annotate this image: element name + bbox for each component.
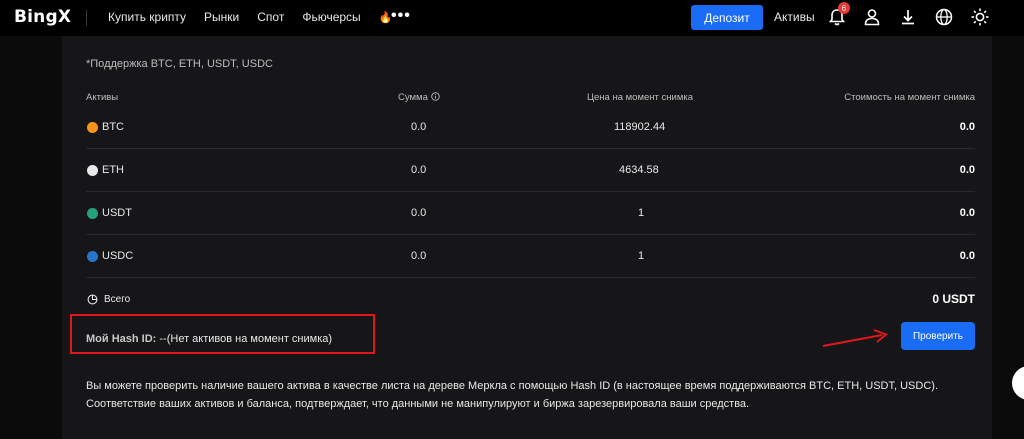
hash-id-label: Мой Hash ID: [86,333,157,345]
row-divider [86,148,975,149]
total-value: 0 USDT [932,292,975,306]
row-divider [86,234,975,235]
nav-buy-crypto[interactable]: Купить крипту [108,10,186,24]
amount-usdc: 0.0 [411,250,427,262]
column-header-amount: Сумма [398,92,440,103]
amount-usdt: 0.0 [411,207,427,219]
column-header-price: Цена на момент снимка [587,92,693,103]
price-btc: 118902.44 [614,121,666,133]
row-divider [86,277,975,278]
usdc-icon [87,251,98,262]
assets-link[interactable]: Активы [774,10,815,24]
price-eth: 4634.58 [619,164,659,176]
supported-assets-note: *Поддержка BTC, ETH, USDT, USDC [86,58,273,70]
value-usdt: 0.0 [959,207,975,219]
btc-icon [87,122,98,133]
column-header-asset: Активы [86,92,119,103]
asset-name-eth: ETH [102,164,124,176]
more-dots-icon[interactable]: ••• [391,7,411,25]
price-usdt: 1 [638,207,645,219]
price-usdc: 1 [638,250,645,262]
arrow-annotation-icon [822,329,888,347]
bingx-logo[interactable]: BingX [14,7,71,27]
column-header-amount-label: Сумма [398,92,428,103]
asset-name-btc: BTC [102,121,124,133]
hash-id-line: Мой Hash ID: --(Нет активов на момент сн… [86,333,332,345]
asset-name-usdt: USDT [102,207,132,219]
notification-badge: 6 [838,2,850,14]
info-icon[interactable] [430,92,440,101]
pie-chart-icon [87,294,98,305]
sun-icon[interactable] [970,7,990,27]
globe-icon[interactable] [934,7,954,27]
value-btc: 0.0 [959,121,975,133]
nav-markets[interactable]: Рынки [204,10,239,24]
row-divider [86,191,975,192]
floating-action-button[interactable] [1012,366,1024,400]
verify-button[interactable]: Проверить [901,322,975,350]
asset-name-usdc: USDC [102,250,134,262]
usdt-icon [87,208,98,219]
nav-spot[interactable]: Спот [257,10,284,24]
download-icon[interactable] [898,7,918,27]
header-divider [86,10,87,26]
deposit-button[interactable]: Депозит [691,5,763,30]
main-nav: Купить крипту Рынки Спот Фьючерсы 🔥 [108,10,428,24]
user-icon[interactable] [862,7,882,27]
merkle-description: Вы можете проверить наличие вашего актив… [86,380,938,410]
column-header-value: Стоимость на момент снимка [844,92,975,103]
total-label: Всего [104,294,131,305]
amount-eth: 0.0 [411,164,427,176]
value-eth: 0.0 [959,164,975,176]
value-usdc: 0.0 [959,250,975,262]
nav-futures-label: Фьючерсы [302,10,361,24]
eth-icon [87,165,98,176]
top-header: BingX Купить крипту Рынки Спот Фьючерсы 🔥… [0,0,1024,36]
hash-id-value: --(Нет активов на момент снимка) [159,333,333,345]
amount-btc: 0.0 [411,121,427,133]
